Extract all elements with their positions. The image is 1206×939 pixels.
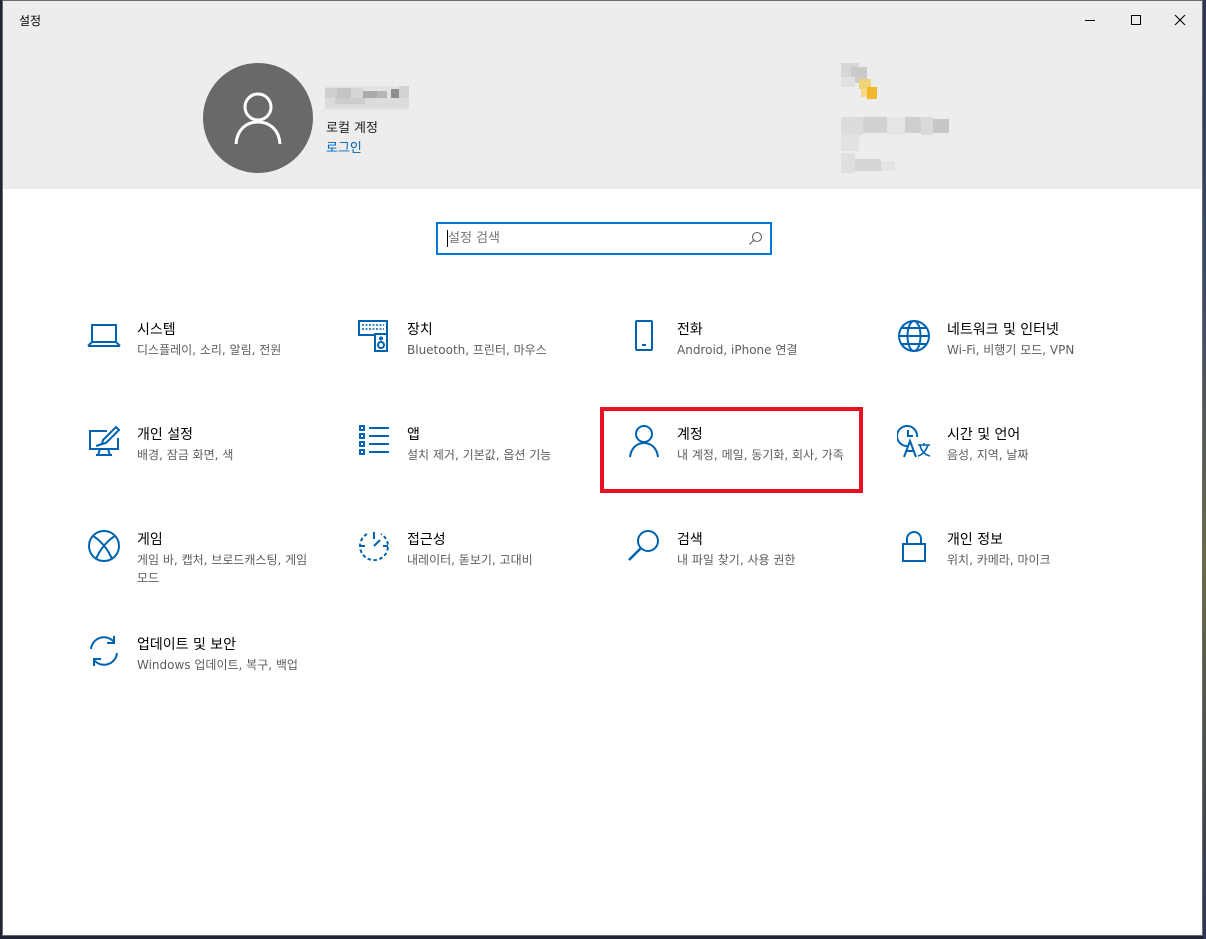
category-label: 게임 xyxy=(137,532,163,548)
maximize-button[interactable] xyxy=(1113,1,1159,39)
profile-info-blurred xyxy=(841,63,949,173)
search-icon xyxy=(628,530,659,561)
category-network[interactable]: 네트워크 및 인터넷 Wi-Fi, 비행기 모드, VPN xyxy=(897,319,1137,409)
account-type-label: 로컬 계정 xyxy=(326,121,378,136)
accessibility-timer-icon xyxy=(359,532,389,562)
close-button[interactable] xyxy=(1157,1,1202,39)
category-description: 내레이터, 돋보기, 고대비 xyxy=(407,553,533,567)
phone-icon xyxy=(635,320,653,351)
category-label: 검색 xyxy=(677,532,703,548)
category-description: 내 파일 찾기, 사용 권한 xyxy=(677,553,796,567)
globe-icon xyxy=(898,320,930,352)
category-label: 시스템 xyxy=(137,322,176,338)
category-description: 설치 제거, 기본값, 옵션 기능 xyxy=(407,448,552,462)
settings-window: 설정 로컬 계정 로그인 설정 검색 시스템 디스플레이, 소리, 알림, 전원… xyxy=(2,0,1203,936)
title-bar[interactable]: 설정 xyxy=(3,1,1202,39)
category-label: 시간 및 언어 xyxy=(947,427,1021,443)
category-update-security[interactable]: 업데이트 및 보안 Windows 업데이트, 복구, 백업 xyxy=(87,634,327,724)
category-privacy[interactable]: 개인 정보 위치, 카메라, 마이크 xyxy=(897,529,1137,619)
category-label: 전화 xyxy=(677,322,703,338)
user-name-blurred xyxy=(325,86,409,110)
category-apps[interactable]: 앱 설치 제거, 기본값, 옵션 기능 xyxy=(357,424,597,514)
window-title: 설정 xyxy=(19,14,42,28)
category-label: 앱 xyxy=(407,427,420,443)
category-label: 개인 정보 xyxy=(947,532,1003,548)
search-icon[interactable] xyxy=(748,231,763,246)
category-description: 게임 바, 캡처, 브로드캐스팅, 게임 모드 xyxy=(137,553,308,585)
lock-icon xyxy=(902,531,926,562)
category-search[interactable]: 검색 내 파일 찾기, 사용 권한 xyxy=(627,529,867,619)
category-description: Wi-Fi, 비행기 모드, VPN xyxy=(947,343,1075,357)
settings-search-input[interactable] xyxy=(438,224,748,253)
avatar[interactable] xyxy=(203,63,313,173)
laptop-icon xyxy=(87,324,121,347)
user-avatar-icon xyxy=(234,92,282,145)
category-system[interactable]: 시스템 디스플레이, 소리, 알림, 전원 xyxy=(87,319,327,409)
settings-search-box[interactable] xyxy=(436,222,772,255)
language-clock-icon xyxy=(897,425,931,458)
category-description: Android, iPhone 연결 xyxy=(677,343,798,357)
category-description: 디스플레이, 소리, 알림, 전원 xyxy=(137,343,282,357)
maximize-icon xyxy=(1131,15,1141,25)
category-description: 배경, 잠금 화면, 색 xyxy=(137,448,234,462)
xbox-icon xyxy=(88,530,120,562)
keyboard-speaker-icon xyxy=(358,320,388,352)
category-label: 장치 xyxy=(407,322,433,338)
category-description: Bluetooth, 프린터, 마우스 xyxy=(407,343,547,357)
category-label: 접근성 xyxy=(407,532,446,548)
category-label: 업데이트 및 보안 xyxy=(137,637,237,653)
category-phone[interactable]: 전화 Android, iPhone 연결 xyxy=(627,319,867,409)
apps-list-icon xyxy=(359,425,389,455)
category-devices[interactable]: 장치 Bluetooth, 프린터, 마우스 xyxy=(357,319,597,409)
minimize-button[interactable] xyxy=(1067,1,1113,39)
category-time-language[interactable]: 시간 및 언어 음성, 지역, 날짜 xyxy=(897,424,1137,514)
category-description: Windows 업데이트, 복구, 백업 xyxy=(137,658,298,672)
category-label: 네트워크 및 인터넷 xyxy=(947,322,1059,338)
minimize-icon xyxy=(1085,20,1095,21)
category-gaming[interactable]: 게임 게임 바, 캡처, 브로드캐스팅, 게임 모드 xyxy=(87,529,327,619)
paint-monitor-icon xyxy=(89,425,121,456)
sync-icon xyxy=(90,636,118,666)
accounts-highlight-box xyxy=(600,407,863,493)
profile-header: 로컬 계정 로그인 xyxy=(3,39,1202,189)
category-personalization[interactable]: 개인 설정 배경, 잠금 화면, 색 xyxy=(87,424,327,514)
category-label: 개인 설정 xyxy=(137,427,193,443)
close-icon xyxy=(1174,14,1186,26)
sign-in-link[interactable]: 로그인 xyxy=(326,137,362,156)
category-description: 위치, 카메라, 마이크 xyxy=(947,553,1051,567)
category-accessibility[interactable]: 접근성 내레이터, 돋보기, 고대비 xyxy=(357,529,597,619)
category-description: 음성, 지역, 날짜 xyxy=(947,448,1029,462)
